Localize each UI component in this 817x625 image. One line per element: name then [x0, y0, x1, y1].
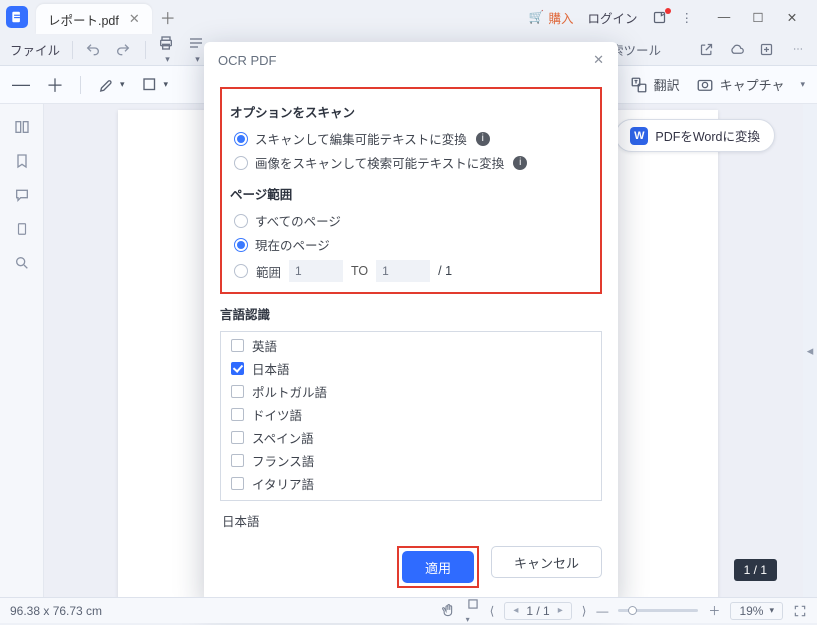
- range-to-input[interactable]: [376, 260, 430, 282]
- page-nav-box[interactable]: ◂ 1 / 1 ▸: [504, 602, 571, 620]
- new-tab-button[interactable]: ＋: [160, 5, 176, 29]
- zoom-in-icon[interactable]: ＋: [708, 602, 720, 619]
- login-link[interactable]: ログイン: [587, 8, 637, 27]
- lang-item-chinese-traditional[interactable]: 中国語（繁体字）: [221, 495, 601, 501]
- radio-all-pages[interactable]: すべてのページ: [234, 211, 592, 230]
- selected-languages-summary: 日本語: [220, 501, 602, 534]
- range-total: / 1: [438, 264, 452, 278]
- range-from-input[interactable]: [289, 260, 343, 282]
- document-tab[interactable]: レポート.pdf ✕: [36, 4, 152, 34]
- fit-dropdown-icon[interactable]: ▾: [466, 597, 480, 625]
- language-list[interactable]: 英語 日本語 ポルトガル語 ドイツ語 スペイン語 フランス語 イタリア語 中国語…: [220, 331, 602, 501]
- apply-button[interactable]: 適用: [402, 551, 474, 583]
- select-tool[interactable]: ▾: [141, 76, 169, 94]
- ribbon-options-icon[interactable]: ⋯: [789, 44, 807, 55]
- zoom-in-button[interactable]: ＋: [46, 72, 64, 98]
- language-heading: 言語認識: [220, 304, 602, 323]
- radio-current-page[interactable]: 現在のページ: [234, 235, 592, 254]
- share-icon[interactable]: [759, 42, 777, 57]
- expand-right-handle[interactable]: ◂: [803, 104, 817, 597]
- cloud-icon[interactable]: [729, 42, 747, 57]
- zoom-out-button[interactable]: —: [12, 74, 30, 95]
- highlight-tool[interactable]: ▾: [97, 76, 125, 94]
- undo-icon[interactable]: [85, 42, 103, 58]
- scan-options-heading: オプションをスキャン: [230, 102, 592, 121]
- lang-item-spanish[interactable]: スペイン語: [221, 426, 601, 449]
- word-icon: W: [630, 127, 648, 145]
- lang-item-portuguese[interactable]: ポルトガル語: [221, 380, 601, 403]
- info-icon[interactable]: i: [513, 156, 527, 170]
- close-tab-icon[interactable]: ✕: [129, 11, 140, 27]
- convert-to-word-pill[interactable]: W PDFをWordに変換: [615, 119, 775, 152]
- radio-range[interactable]: 範囲 TO / 1: [234, 260, 592, 282]
- kebab-menu-icon[interactable]: ⋮: [681, 10, 694, 25]
- first-page-icon[interactable]: ⟨: [490, 604, 495, 618]
- fullscreen-icon[interactable]: [793, 604, 807, 618]
- notification-dot: [665, 8, 671, 14]
- cart-icon: 🛒: [529, 10, 545, 25]
- close-window-button[interactable]: ✕: [775, 2, 809, 32]
- radio-icon: [234, 156, 248, 170]
- toolbar-more-icon[interactable]: ▾: [800, 79, 805, 90]
- page-dimensions: 96.38 x 76.73 cm: [10, 604, 102, 618]
- capture-button[interactable]: キャプチャ: [696, 75, 785, 94]
- lang-item-japanese[interactable]: 日本語: [221, 357, 601, 380]
- radio-editable-text[interactable]: スキャンして編集可能テキストに変換 i: [234, 129, 592, 148]
- tab-title: レポート.pdf: [48, 10, 119, 29]
- page-range-heading: ページ範囲: [230, 184, 592, 203]
- ocr-pdf-dialog: OCR PDF ✕ オプションをスキャン スキャンして編集可能テキストに変換 i…: [204, 42, 618, 602]
- range-to-label: TO: [351, 264, 368, 278]
- zoom-slider[interactable]: [618, 609, 698, 612]
- lang-item-english[interactable]: 英語: [221, 334, 601, 357]
- page-nav-text: 1 / 1: [526, 604, 549, 618]
- info-icon[interactable]: i: [476, 132, 490, 146]
- highlight-box: オプションをスキャン スキャンして編集可能テキストに変換 i 画像をスキャンして…: [220, 87, 602, 294]
- thumbnails-icon[interactable]: [12, 118, 32, 136]
- translate-button[interactable]: 翻訳: [630, 75, 680, 94]
- left-sidebar: [0, 104, 44, 597]
- notifications-icon[interactable]: [652, 10, 667, 25]
- radio-searchable-text[interactable]: 画像をスキャンして検索可能テキストに変換 i: [234, 153, 592, 172]
- radio-icon: [234, 264, 248, 278]
- comment-icon[interactable]: [12, 186, 32, 204]
- radio-icon: [234, 214, 248, 228]
- redo-icon[interactable]: [115, 42, 133, 58]
- apply-highlight-box: 適用: [397, 546, 479, 588]
- open-external-icon[interactable]: [699, 42, 717, 57]
- buy-link[interactable]: 🛒 購入: [529, 8, 574, 27]
- close-icon[interactable]: ✕: [593, 52, 604, 68]
- lang-item-french[interactable]: フランス語: [221, 449, 601, 472]
- attachment-icon[interactable]: [12, 220, 32, 238]
- radio-icon: [234, 238, 248, 252]
- dialog-title: OCR PDF: [218, 53, 277, 68]
- zoom-dropdown[interactable]: 19%▾: [730, 602, 783, 620]
- statusbar: 96.38 x 76.73 cm ▾ ⟨ ◂ 1 / 1 ▸ ⟩ — ＋ 19%…: [0, 597, 817, 623]
- last-page-icon[interactable]: ⟩: [582, 604, 587, 618]
- hand-tool-icon[interactable]: [441, 603, 456, 618]
- lang-item-german[interactable]: ドイツ語: [221, 403, 601, 426]
- minimize-button[interactable]: —: [707, 2, 741, 32]
- page-counter-badge: 1 / 1: [734, 559, 777, 581]
- file-menu[interactable]: ファイル: [10, 40, 60, 59]
- app-icon: [6, 6, 28, 28]
- radio-icon: [234, 132, 248, 146]
- lang-item-italian[interactable]: イタリア語: [221, 472, 601, 495]
- cancel-button[interactable]: キャンセル: [491, 546, 602, 578]
- print-icon[interactable]: ▾: [158, 35, 176, 65]
- maximize-button[interactable]: ☐: [741, 2, 775, 32]
- bookmark-icon[interactable]: [12, 152, 32, 170]
- zoom-out-icon[interactable]: —: [596, 604, 608, 618]
- titlebar: レポート.pdf ✕ ＋ 🛒 購入 ログイン ⋮ — ☐ ✕: [0, 0, 817, 34]
- search-icon[interactable]: [12, 254, 32, 272]
